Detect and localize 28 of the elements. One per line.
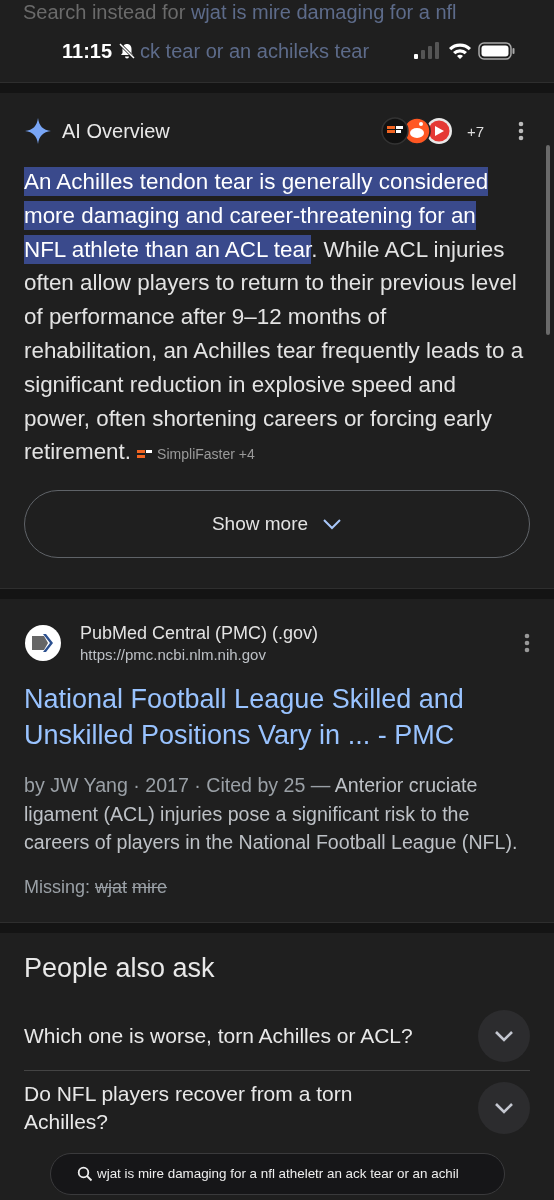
chevron-down-icon [494, 1101, 514, 1114]
question-item[interactable]: Which one is worse, torn Achilles or ACL? [24, 1021, 413, 1050]
battery-icon [478, 42, 516, 60]
muted-bell-icon [118, 42, 137, 60]
source-logo-icon [137, 449, 154, 460]
ai-overview-title: AI Overview [62, 119, 170, 143]
more-options-icon[interactable] [518, 121, 524, 141]
section-heading: People also ask [24, 952, 216, 984]
site-name: PubMed Central (PMC) (.gov) [80, 623, 319, 645]
search-icon [77, 1165, 93, 1182]
site-url: https://pmc.ncbi.nlm.nih.gov [80, 646, 267, 664]
result-title-link[interactable]: National Football League Skilled and Unskilled Positions Vary in ... - PMC [24, 681, 530, 754]
missing-terms: Missing: wjat mire [24, 876, 169, 898]
source-logos-icon[interactable] [380, 117, 453, 145]
more-options-icon[interactable] [524, 633, 530, 654]
source-count[interactable]: +7 [466, 122, 484, 140]
site-logo-icon [24, 624, 62, 663]
result-snippet: by JW Yang · 2017 · Cited by 25 — Anterior cruciate ligament (ACL) injuries pose a significant risk to the careers of players in the National Football League (NFL). [24, 773, 519, 856]
status-time: 11:15 [62, 39, 113, 63]
sparkle-icon [24, 117, 52, 145]
citation-link[interactable]: SimpliFaster +4 [137, 446, 255, 463]
search-instead-label: Search instead for [23, 1, 186, 23]
chevron-down-icon [494, 1029, 514, 1042]
question-item[interactable]: Do NFL players recover from a torn Achilles? [24, 1079, 424, 1136]
search-query-bar[interactable]: wjat is mire damaging for a nfl atheletr an ack tear or an achil [50, 1152, 505, 1195]
chevron-down-icon [322, 518, 343, 531]
wifi-icon [448, 42, 472, 60]
signal-icon [414, 42, 442, 60]
